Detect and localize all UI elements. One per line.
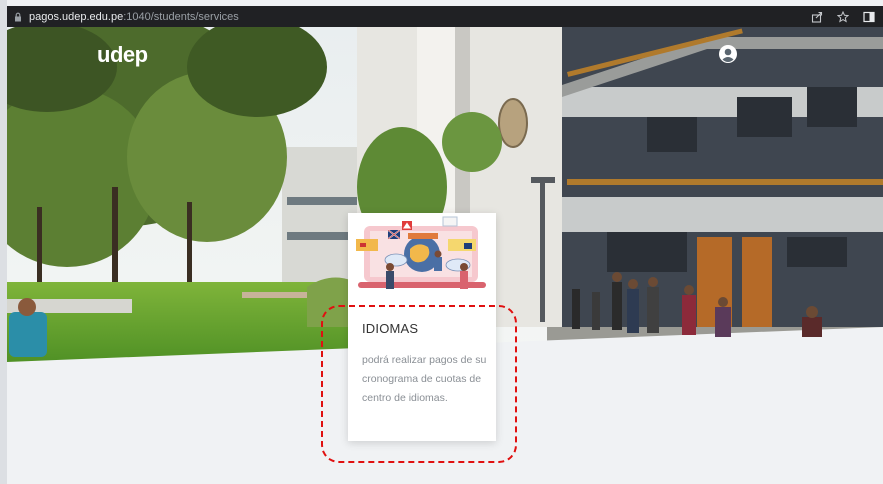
browser-window: pagos.udep.edu.pe:1040/students/services [0,0,883,484]
bookmark-star-icon[interactable] [837,10,849,23]
udep-logo[interactable]: udep [97,42,148,68]
address-bar[interactable]: pagos.udep.edu.pe:1040/students/services [7,6,883,27]
share-icon[interactable] [811,11,823,23]
address-bar-actions [811,6,875,27]
sidebar-icon[interactable] [863,11,875,23]
url-host: pagos.udep.edu.pe [29,10,124,23]
url-path: :1040/students/services [123,10,239,23]
languages-illustration [348,213,496,301]
lock-icon [15,12,21,21]
highlight-annotation [321,305,517,463]
services-page: udep IDIOMAS podrá realizar pagos de su … [7,27,883,484]
user-circle-icon[interactable] [718,44,738,64]
window-edge [0,0,7,484]
